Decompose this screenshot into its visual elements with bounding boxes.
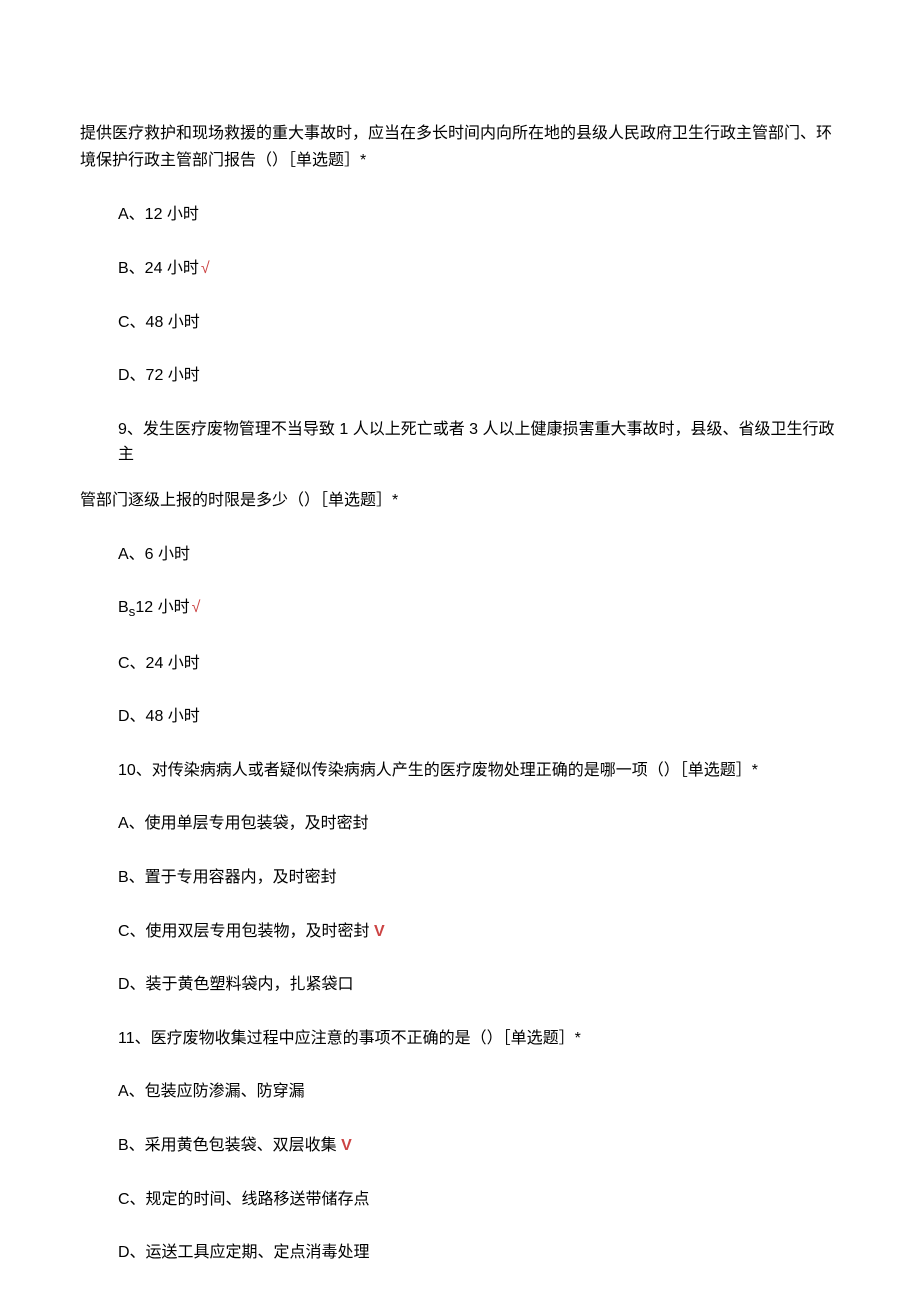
q8-option-a: A、12 小时 (118, 202, 840, 228)
q9-stem-line1: 9、发生医疗废物管理不当导致 1 人以上死亡或者 3 人以上健康损害重大事故时，… (118, 417, 840, 468)
q11-option-b: B、采用黄色包装袋、双层收集 V (118, 1133, 840, 1159)
q9-option-d: D、48 小时 (118, 704, 840, 730)
q9-option-a: A、6 小时 (118, 542, 840, 568)
check-mark-icon: V (370, 923, 385, 940)
q8-option-c: C、48 小时 (118, 310, 840, 336)
check-mark-icon: V (337, 1137, 352, 1154)
q11-option-b-text: B、采用黄色包装袋、双层收集 (118, 1137, 337, 1154)
q8-option-b: B、24 小时√ (118, 256, 840, 282)
q9-option-b-prefix: B (118, 599, 129, 616)
check-mark-icon: √ (201, 260, 210, 277)
question-8-stem-continuation: 提供医疗救护和现场救援的重大事故时，应当在多长时间内向所在地的县级人民政府卫生行… (80, 120, 840, 174)
q10-stem: 10、对传染病病人或者疑似传染病病人产生的医疗废物处理正确的是哪一项（）［单选题… (118, 758, 840, 784)
q10-option-c-text: C、使用双层专用包装物，及时密封 (118, 923, 370, 940)
q11-option-c: C、规定的时间、线路移送带储存点 (118, 1187, 840, 1213)
q10-option-d: D、装于黄色塑料袋内，扎紧袋口 (118, 972, 840, 998)
q9-option-c: C、24 小时 (118, 651, 840, 677)
q8-option-d: D、72 小时 (118, 363, 840, 389)
q10-option-c: C、使用双层专用包装物，及时密封 V (118, 919, 840, 945)
q11-option-d: D、运送工具应定期、定点消毒处理 (118, 1240, 840, 1266)
q8-option-b-text: B、24 小时 (118, 260, 199, 277)
q10-option-b: B、置于专用容器内，及时密封 (118, 865, 840, 891)
check-mark-icon: √ (192, 599, 201, 616)
q9-option-b-text: 12 小时 (135, 599, 189, 616)
q11-option-a: A、包装应防渗漏、防穿漏 (118, 1079, 840, 1105)
q10-option-a: A、使用单层专用包装袋，及时密封 (118, 811, 840, 837)
q11-stem: 11、医疗废物收集过程中应注意的事项不正确的是（）［单选题］* (118, 1026, 840, 1052)
q9-option-b: Bs12 小时√ (118, 595, 840, 623)
q9-stem-line2: 管部门逐级上报的时限是多少（）［单选题］* (80, 488, 840, 514)
